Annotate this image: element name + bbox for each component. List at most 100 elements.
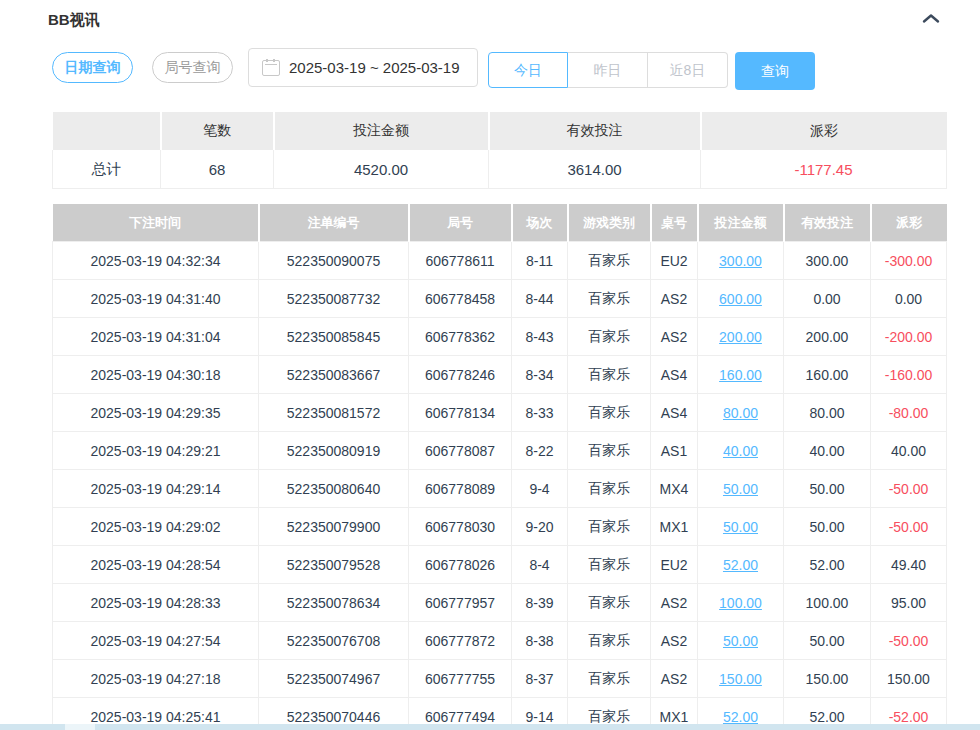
payout-cell: 95.00 xyxy=(871,584,947,622)
session-cell: 8-38 xyxy=(512,622,568,660)
table-id-cell: AS1 xyxy=(651,432,698,470)
table-id-cell: AS2 xyxy=(651,318,698,356)
bet-amount-link[interactable]: 100.00 xyxy=(719,595,762,611)
bets-header-cell: 下注时间 xyxy=(53,204,259,242)
game-type-cell: 百家乐 xyxy=(568,280,651,318)
bet-amount-cell: 100.00 xyxy=(698,584,784,622)
bets-header-cell: 派彩 xyxy=(871,204,947,242)
quick-last8days-button[interactable]: 近8日 xyxy=(648,52,728,88)
bet-amount-cell: 300.00 xyxy=(698,242,784,280)
round-id-cell: 606778611 xyxy=(409,242,512,280)
summary-header-cell: 派彩 xyxy=(701,112,947,150)
valid-bet-cell: 50.00 xyxy=(784,622,871,660)
session-cell: 8-43 xyxy=(512,318,568,356)
table-id-cell: EU2 xyxy=(651,242,698,280)
valid-bet-cell: 52.00 xyxy=(784,546,871,584)
bets-header-cell: 投注金额 xyxy=(698,204,784,242)
bet-amount-cell: 50.00 xyxy=(698,508,784,546)
quick-today-button[interactable]: 今日 xyxy=(488,52,568,88)
quick-yesterday-button[interactable]: 昨日 xyxy=(568,52,648,88)
bet-amount-cell: 50.00 xyxy=(698,622,784,660)
bet-amount-link[interactable]: 200.00 xyxy=(719,329,762,345)
bet-id-cell: 522350087732 xyxy=(259,280,409,318)
bet-amount-link[interactable]: 80.00 xyxy=(723,405,758,421)
valid-bet-cell: 200.00 xyxy=(784,318,871,356)
session-cell: 8-22 xyxy=(512,432,568,470)
payout-cell: 40.00 xyxy=(871,432,947,470)
bet-id-cell: 522350078634 xyxy=(259,584,409,622)
bets-body: 2025-03-19 04:32:34522350090075606778611… xyxy=(53,242,947,730)
valid-bet-cell: 160.00 xyxy=(784,356,871,394)
table-id-cell: AS2 xyxy=(651,280,698,318)
horizontal-scrollbar[interactable] xyxy=(0,724,980,730)
bet-id-cell: 522350090075 xyxy=(259,242,409,280)
session-cell: 8-33 xyxy=(512,394,568,432)
date-range-input[interactable]: 2025-03-19 ~ 2025-03-19 xyxy=(248,48,478,87)
bet-time-cell: 2025-03-19 04:28:33 xyxy=(53,584,259,622)
bet-amount-link[interactable]: 50.00 xyxy=(723,481,758,497)
bet-amount-cell: 200.00 xyxy=(698,318,784,356)
table-id-cell: AS2 xyxy=(651,622,698,660)
table-row: 2025-03-19 04:27:18522350074967606777755… xyxy=(53,660,947,698)
bet-amount-cell: 160.00 xyxy=(698,356,784,394)
session-cell: 8-44 xyxy=(512,280,568,318)
round-id-cell: 606778089 xyxy=(409,470,512,508)
date-query-button[interactable]: 日期查询 xyxy=(52,52,133,83)
game-type-cell: 百家乐 xyxy=(568,584,651,622)
round-id-cell: 606778087 xyxy=(409,432,512,470)
payout-cell: -50.00 xyxy=(871,470,947,508)
bet-amount-link[interactable]: 50.00 xyxy=(723,633,758,649)
session-cell: 9-4 xyxy=(512,470,568,508)
session-cell: 8-4 xyxy=(512,546,568,584)
bet-amount-link[interactable]: 52.00 xyxy=(723,557,758,573)
bet-time-cell: 2025-03-19 04:29:21 xyxy=(53,432,259,470)
game-type-cell: 百家乐 xyxy=(568,432,651,470)
summary-total-cell: 68 xyxy=(161,150,274,189)
table-id-cell: MX4 xyxy=(651,470,698,508)
table-row: 2025-03-19 04:28:54522350079528606778026… xyxy=(53,546,947,584)
round-query-button[interactable]: 局号查询 xyxy=(152,52,233,83)
valid-bet-cell: 40.00 xyxy=(784,432,871,470)
summary-header-cell: 笔数 xyxy=(161,112,274,150)
session-cell: 9-20 xyxy=(512,508,568,546)
table-row: 2025-03-19 04:31:40522350087732606778458… xyxy=(53,280,947,318)
bet-amount-link[interactable]: 50.00 xyxy=(723,519,758,535)
collapse-chevron-icon[interactable] xyxy=(922,13,940,24)
bet-id-cell: 522350079528 xyxy=(259,546,409,584)
bet-amount-link[interactable]: 300.00 xyxy=(719,253,762,269)
payout-cell: -200.00 xyxy=(871,318,947,356)
bet-amount-link[interactable]: 40.00 xyxy=(723,443,758,459)
bet-amount-cell: 150.00 xyxy=(698,660,784,698)
bb-video-panel: BB视讯 日期查询 局号查询 2025-03-19 ~ 2025-03-19 今… xyxy=(0,0,980,730)
bet-amount-cell: 80.00 xyxy=(698,394,784,432)
session-cell: 8-37 xyxy=(512,660,568,698)
table-id-cell: AS2 xyxy=(651,584,698,622)
round-id-cell: 606778458 xyxy=(409,280,512,318)
payout-cell: 150.00 xyxy=(871,660,947,698)
round-id-cell: 606778134 xyxy=(409,394,512,432)
table-row: 2025-03-19 04:29:14522350080640606778089… xyxy=(53,470,947,508)
round-id-cell: 606777872 xyxy=(409,622,512,660)
bet-amount-link[interactable]: 150.00 xyxy=(719,671,762,687)
bet-amount-link[interactable]: 600.00 xyxy=(719,291,762,307)
bet-amount-link[interactable]: 160.00 xyxy=(719,367,762,383)
bets-header-cell: 场次 xyxy=(512,204,568,242)
bet-time-cell: 2025-03-19 04:31:40 xyxy=(53,280,259,318)
round-id-cell: 606777957 xyxy=(409,584,512,622)
payout-cell: -300.00 xyxy=(871,242,947,280)
bet-id-cell: 522350080640 xyxy=(259,470,409,508)
summary-total-cell: 3614.00 xyxy=(489,150,701,189)
game-type-cell: 百家乐 xyxy=(568,470,651,508)
bet-time-cell: 2025-03-19 04:31:04 xyxy=(53,318,259,356)
table-row: 2025-03-19 04:32:34522350090075606778611… xyxy=(53,242,947,280)
valid-bet-cell: 150.00 xyxy=(784,660,871,698)
valid-bet-cell: 50.00 xyxy=(784,470,871,508)
bet-id-cell: 522350083667 xyxy=(259,356,409,394)
quick-range-group: 今日 昨日 近8日 xyxy=(488,52,728,88)
search-button[interactable]: 查询 xyxy=(735,52,815,90)
payout-cell: -50.00 xyxy=(871,622,947,660)
session-cell: 8-34 xyxy=(512,356,568,394)
bet-time-cell: 2025-03-19 04:32:34 xyxy=(53,242,259,280)
valid-bet-cell: 0.00 xyxy=(784,280,871,318)
bet-amount-link[interactable]: 52.00 xyxy=(723,709,758,725)
